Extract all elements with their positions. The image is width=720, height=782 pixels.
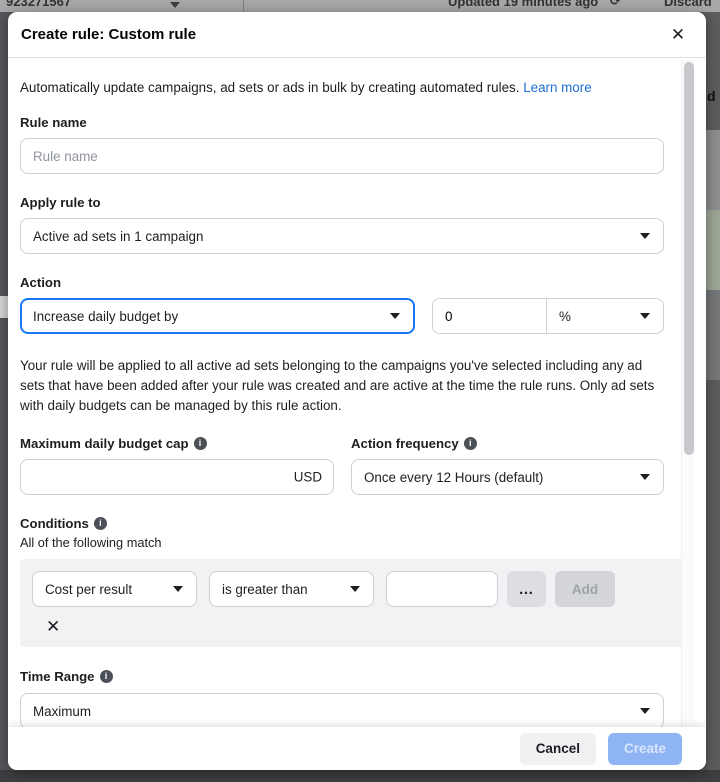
action-amount-group: % [432,298,664,334]
time-range-label-text: Time Range [20,669,95,684]
condition-add-button[interactable]: Add [555,571,615,607]
background-stray-letter: d [707,88,716,104]
chevron-down-icon [390,313,400,319]
condition-row: Cost per result is greater than … Add [32,571,673,607]
time-range-label: Time Range i [20,669,706,684]
learn-more-link[interactable]: Learn more [523,80,591,95]
intro-text-main: Automatically update campaigns, ad sets … [20,80,520,95]
refresh-icon: ⟳ [610,0,621,8]
budget-cap-column: Maximum daily budget cap i USD [20,436,334,495]
background-page-right: d [706,12,720,770]
condition-operator-value: is greater than [222,581,308,597]
info-icon: i [99,670,113,683]
time-range-value: Maximum [33,703,92,719]
background-cell [706,210,720,290]
chevron-down-icon [640,313,650,319]
cancel-button[interactable]: Cancel [519,732,596,765]
condition-value-input[interactable] [386,571,498,607]
background-cell [706,130,720,210]
modal-scrollbar-thumb[interactable] [684,62,694,455]
modal-scrollbar-track[interactable] [681,60,695,727]
conditions-panel: Cost per result is greater than … Add ✕ [20,559,685,647]
condition-operator-select[interactable]: is greater than [209,571,374,607]
background-toolbar: 923271567 Updated 19 minutes ago ⟳ Disca… [0,0,720,12]
action-frequency-select[interactable]: Once every 12 Hours (default) [351,459,664,495]
info-icon: i [463,437,477,450]
background-cell [706,290,720,380]
chevron-down-icon [640,233,650,239]
action-note: Your rule will be applied to all active … [20,358,655,413]
apply-rule-to-value: Active ad sets in 1 campaign [33,228,204,244]
rule-name-label: Rule name [20,115,87,130]
action-frequency-column: Action frequency i Once every 12 Hours (… [351,436,664,495]
background-updated-text: Updated 19 minutes ago [448,0,599,9]
chevron-down-icon [350,586,360,592]
chevron-down-icon [173,586,183,592]
budget-frequency-row: Maximum daily budget cap i USD Action fr… [20,436,706,495]
info-icon: i [193,437,207,450]
action-label: Action [20,275,62,290]
action-frequency-value: Once every 12 Hours (default) [364,469,544,485]
budget-cap-input[interactable] [20,459,334,495]
modal-header: Create rule: Custom rule ✕ [8,12,706,58]
conditions-label-text: Conditions [20,516,89,531]
apply-rule-to-label: Apply rule to [20,195,101,210]
action-frequency-label-text: Action frequency [351,436,459,451]
chevron-down-icon [170,2,180,8]
intro-text: Automatically update campaigns, ad sets … [20,78,706,97]
action-unit-value: % [559,308,571,324]
action-frequency-label: Action frequency i [351,436,664,451]
time-range-select[interactable]: Maximum [20,693,664,727]
rule-name-input[interactable] [20,138,664,174]
chevron-down-icon [640,708,650,714]
chevron-down-icon [640,474,650,480]
condition-metric-select[interactable]: Cost per result [32,571,197,607]
currency-suffix: USD [293,469,322,485]
create-rule-modal: Create rule: Custom rule ✕ Automatically… [8,12,706,770]
condition-more-button[interactable]: … [507,571,546,607]
background-page-bottom [0,770,720,782]
budget-cap-label: Maximum daily budget cap i [20,436,334,451]
background-divider [243,0,244,12]
condition-remove-icon[interactable]: ✕ [46,617,66,637]
condition-metric-value: Cost per result [45,581,133,597]
budget-cap-label-text: Maximum daily budget cap [20,436,189,451]
action-amount-input[interactable] [433,299,547,333]
create-button[interactable]: Create [607,732,682,765]
modal-body: Automatically update campaigns, ad sets … [8,59,706,727]
info-icon: i [93,517,107,530]
modal-title: Create rule: Custom rule [21,26,197,43]
background-discard-label: Discard [664,0,712,9]
close-icon[interactable]: ✕ [664,21,692,49]
action-value: Increase daily budget by [33,308,179,324]
apply-rule-to-select[interactable]: Active ad sets in 1 campaign [20,218,664,254]
action-row: Increase daily budget by % [20,298,706,334]
conditions-sublabel: All of the following match [20,535,162,550]
background-page-left [0,296,8,318]
action-select[interactable]: Increase daily budget by [20,298,415,334]
background-account-id: 923271567 [6,0,72,9]
conditions-label: Conditions i [20,516,706,531]
action-unit-select[interactable]: % [547,299,663,333]
modal-footer: Cancel Create [8,727,706,770]
